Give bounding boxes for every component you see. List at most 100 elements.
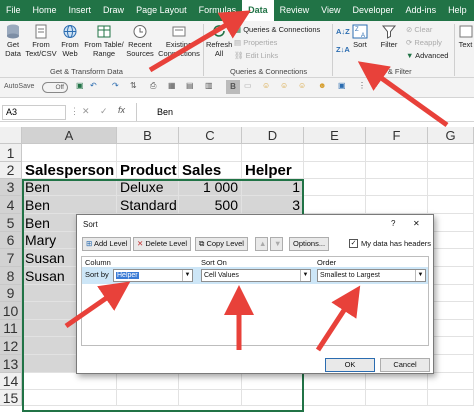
tab-home[interactable]: Home bbox=[27, 0, 63, 21]
cell-g3[interactable] bbox=[428, 179, 474, 196]
cell-g1[interactable] bbox=[428, 144, 474, 162]
cell-f4[interactable] bbox=[366, 196, 428, 214]
tab-insert[interactable]: Insert bbox=[63, 0, 98, 21]
enter-icon[interactable]: ✓ bbox=[100, 106, 108, 117]
cell-e15[interactable] bbox=[304, 390, 366, 406]
sort-ascending-icon[interactable]: A↓Z bbox=[336, 27, 350, 36]
tab-add-ins[interactable]: Add-ins bbox=[400, 0, 443, 21]
cell-d3[interactable]: 1 bbox=[242, 179, 304, 196]
row-header-4[interactable]: 4 bbox=[0, 196, 22, 214]
fx-icon[interactable]: fx bbox=[118, 105, 125, 115]
copy-level-button[interactable]: ⧉ Copy Level bbox=[195, 237, 248, 251]
tab-view[interactable]: View bbox=[315, 0, 346, 21]
from-table-range-button[interactable]: From Table/Range bbox=[83, 24, 125, 58]
cell-f15[interactable] bbox=[366, 390, 428, 406]
cell-c14[interactable] bbox=[179, 373, 242, 390]
tab-developer[interactable]: Developer bbox=[347, 0, 400, 21]
cell-d2[interactable]: Helper bbox=[242, 162, 304, 179]
calc-icon[interactable]: ▥ bbox=[205, 81, 213, 90]
move-up-button[interactable]: ▲ bbox=[255, 237, 268, 251]
cell-g2[interactable] bbox=[428, 162, 474, 179]
from-text-csv-button[interactable]: From Text/CSV bbox=[25, 24, 57, 58]
cell-g4[interactable] bbox=[428, 196, 474, 214]
cell-g13[interactable] bbox=[428, 355, 474, 373]
select-all-corner[interactable] bbox=[0, 127, 22, 144]
cell-b14[interactable] bbox=[117, 373, 179, 390]
cell-b3[interactable]: Deluxe bbox=[117, 179, 179, 196]
row-header-12[interactable]: 12 bbox=[0, 337, 22, 355]
cell-c3[interactable]: 1 000 bbox=[179, 179, 242, 196]
move-down-button[interactable]: ▼ bbox=[270, 237, 283, 251]
queries-connections-button[interactable]: ▦ Queries & Connections bbox=[234, 25, 320, 34]
cell-d15[interactable] bbox=[242, 390, 304, 406]
cell-f14[interactable] bbox=[366, 373, 428, 390]
cell-b1[interactable] bbox=[117, 144, 179, 162]
column-header-g[interactable]: G bbox=[428, 127, 474, 144]
row-header-11[interactable]: 11 bbox=[0, 320, 22, 337]
refresh-all-button[interactable]: Refresh All bbox=[206, 24, 232, 58]
column-header-f[interactable]: F bbox=[366, 127, 428, 144]
column-header-e[interactable]: E bbox=[304, 127, 366, 144]
customize-qat-icon[interactable]: ⋮ bbox=[358, 81, 366, 90]
tab-data[interactable]: Data bbox=[242, 0, 274, 21]
cell-f2[interactable] bbox=[366, 162, 428, 179]
clear-button[interactable]: ⊘ Clear bbox=[406, 25, 432, 34]
cell-f3[interactable] bbox=[366, 179, 428, 196]
tab-page-layout[interactable]: Page Layout bbox=[130, 0, 193, 21]
column-header-c[interactable]: C bbox=[179, 127, 242, 144]
sort-button[interactable]: ZA Sort bbox=[350, 24, 370, 49]
cell-g11[interactable] bbox=[428, 320, 474, 337]
add-level-button[interactable]: ⊞ Add Level bbox=[82, 237, 132, 251]
cell-b15[interactable] bbox=[117, 390, 179, 406]
options-button[interactable]: Options... bbox=[289, 237, 330, 251]
column-header-b[interactable]: B bbox=[117, 127, 179, 144]
tab-formulas[interactable]: Formulas bbox=[193, 0, 243, 21]
cell-e3[interactable] bbox=[304, 179, 366, 196]
tab-draw[interactable]: Draw bbox=[97, 0, 130, 21]
cell-c1[interactable] bbox=[179, 144, 242, 162]
cancel-button[interactable]: Cancel bbox=[380, 358, 430, 372]
row-header-15[interactable]: 15 bbox=[0, 390, 22, 406]
camera-icon[interactable]: ▣ bbox=[338, 81, 346, 90]
smiley-icon[interactable]: ☺ bbox=[298, 81, 306, 90]
format-icon[interactable]: ▤ bbox=[186, 81, 194, 90]
ok-button[interactable]: OK bbox=[325, 358, 375, 372]
properties-button[interactable]: ▤ Properties bbox=[234, 38, 277, 47]
cell-d1[interactable] bbox=[242, 144, 304, 162]
row-header-10[interactable]: 10 bbox=[0, 302, 22, 320]
cell-a3[interactable]: Ben bbox=[22, 179, 117, 196]
cell-f1[interactable] bbox=[366, 144, 428, 162]
column-header-a[interactable]: A bbox=[22, 127, 117, 144]
cell-b2[interactable]: Product bbox=[117, 162, 179, 179]
cell-e14[interactable] bbox=[304, 373, 366, 390]
get-data-button[interactable]: Get Data bbox=[2, 24, 24, 58]
recent-sources-button[interactable]: Recent Sources bbox=[126, 24, 154, 58]
text-to-columns-button[interactable]: Text bbox=[457, 24, 474, 49]
existing-connections-button[interactable]: Existing Connections bbox=[157, 24, 201, 58]
row-header-3[interactable]: 3 bbox=[0, 179, 22, 196]
order-dropdown[interactable]: Smallest to Largest ▼ bbox=[317, 269, 426, 282]
cell-g9[interactable] bbox=[428, 285, 474, 302]
sort-descending-icon[interactable]: Z↓A bbox=[336, 45, 350, 54]
help-button[interactable]: ? bbox=[391, 219, 395, 228]
sort-az-icon[interactable]: ⇅ bbox=[130, 81, 137, 90]
cell-a4[interactable]: Ben bbox=[22, 196, 117, 214]
cell-g5[interactable] bbox=[428, 214, 474, 232]
print-icon[interactable]: ⎙ bbox=[150, 81, 156, 91]
redo-icon[interactable]: ↷ bbox=[112, 81, 119, 90]
tab-file[interactable]: File bbox=[0, 0, 27, 21]
smiley-icon[interactable]: ☻ bbox=[318, 81, 326, 90]
cell-e2[interactable] bbox=[304, 162, 366, 179]
edit-links-button[interactable]: ⛓ Edit Links bbox=[234, 51, 278, 60]
advanced-button[interactable]: ▼ Advanced bbox=[406, 51, 448, 60]
row-header-7[interactable]: 7 bbox=[0, 249, 22, 267]
cell-g15[interactable] bbox=[428, 390, 474, 406]
grid-icon[interactable]: ▦ bbox=[168, 81, 176, 90]
cell-e1[interactable] bbox=[304, 144, 366, 162]
row-header-14[interactable]: 14 bbox=[0, 373, 22, 390]
cell-c15[interactable] bbox=[179, 390, 242, 406]
smiley-icon[interactable]: ☺ bbox=[280, 81, 288, 90]
cell-d4[interactable]: 3 bbox=[242, 196, 304, 214]
delete-level-button[interactable]: ✕ Delete Level bbox=[133, 237, 192, 251]
cell-g14[interactable] bbox=[428, 373, 474, 390]
